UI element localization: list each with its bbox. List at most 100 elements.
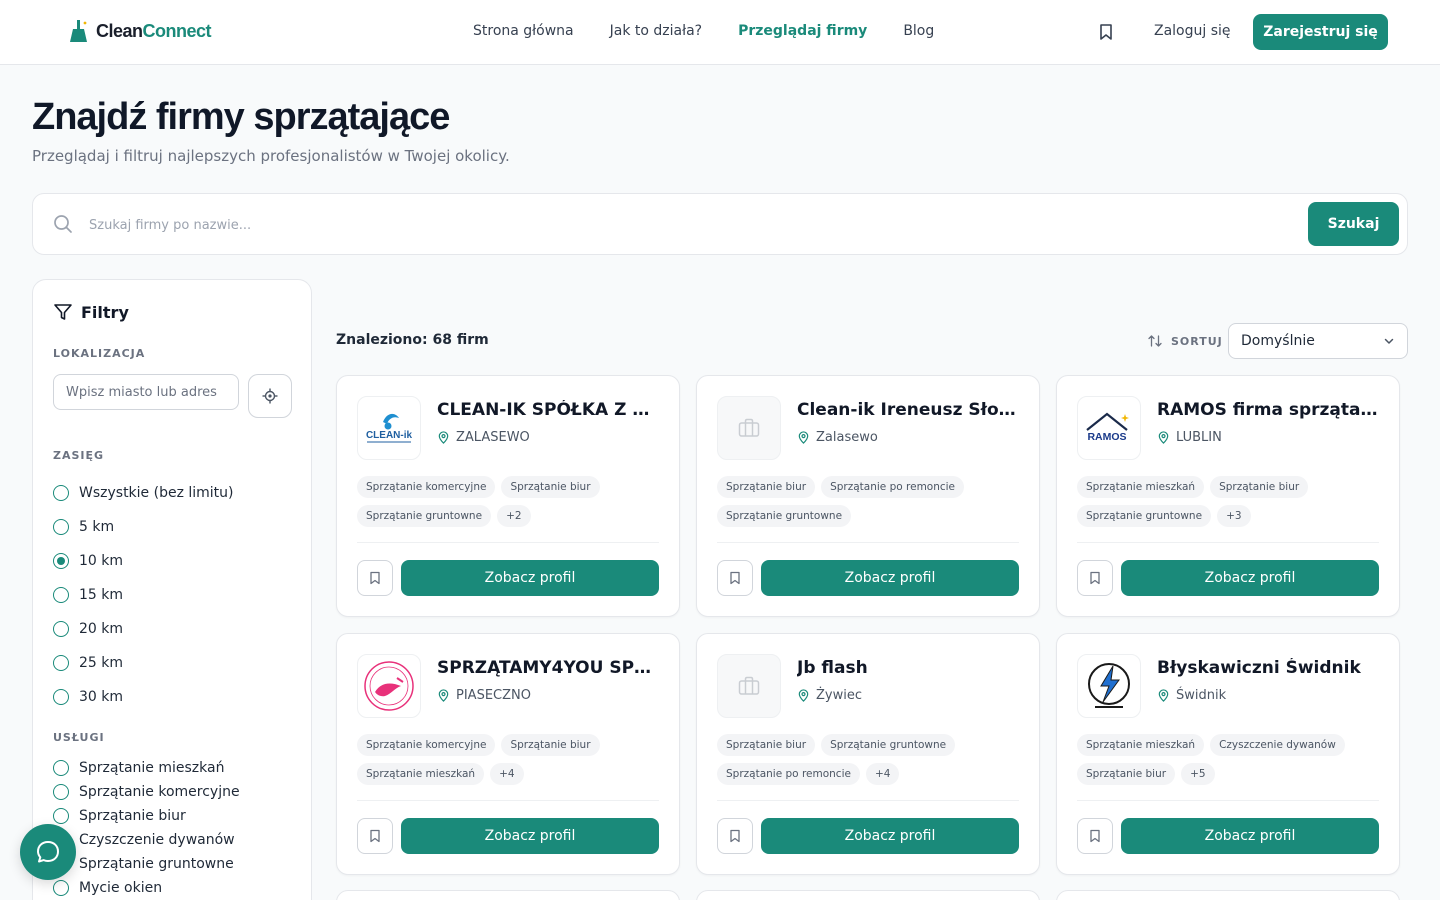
broom-logo-icon [70,20,87,42]
service-tag: Sprzątanie mieszkań [357,763,485,785]
service-option-label: Sprzątanie komercyjne [79,784,240,800]
view-profile-button[interactable]: Zobacz profil [401,560,659,596]
chat-bubble-icon [37,841,59,863]
service-option[interactable]: Sprzątanie mieszkań [53,756,240,780]
range-option-25km[interactable]: 25 km [53,646,234,680]
radio-icon [53,519,69,535]
view-profile-button[interactable]: Zobacz profil [761,560,1019,596]
range-option-label: Wszystkie (bez limitu) [79,485,234,501]
company-card: Jb flash Żywiec Sprzątanie biur Sprzątani… [696,633,1040,875]
save-company-button[interactable] [357,560,393,596]
service-tags: Sprzątanie mieszkań Czyszczenie dywanów Sp… [1077,734,1387,785]
company-name[interactable]: Błyskawiczni Świdnik [1157,658,1382,678]
bookmark-icon [1090,571,1100,585]
nav-home[interactable]: Strona główna [473,23,574,39]
checkbox-icon [53,880,69,896]
range-option-label: 5 km [79,519,115,535]
card-divider [717,542,1019,543]
company-name[interactable]: Jb flash [797,658,1022,678]
bookmark-icon [370,829,380,843]
locate-me-button[interactable] [248,374,292,418]
search-icon [54,215,72,233]
chat-button[interactable] [20,824,76,880]
sort-label-text: SORTUJ [1171,334,1223,348]
save-company-button[interactable] [357,818,393,854]
service-tag: Czyszczenie dywanów [1210,734,1345,756]
bookmark-icon[interactable] [1097,23,1115,41]
service-option[interactable]: Sprzątanie gruntowne [53,852,240,876]
company-name[interactable]: Clean-ik Ireneusz Słowiński [797,400,1022,420]
range-option-label: 15 km [79,587,124,603]
range-option-10km[interactable]: 10 km [53,544,234,578]
service-tag: Sprzątanie biur [717,734,816,756]
range-option-label: 25 km [79,655,124,671]
service-option-label: Mycie okien [79,880,163,896]
range-option-5km[interactable]: 5 km [53,510,234,544]
services-label: USŁUGI [53,731,105,744]
save-company-button[interactable] [1077,818,1113,854]
company-name[interactable]: SPRZĄTAMY4YOU SPÓŁKA [437,658,662,678]
save-company-button[interactable] [717,818,753,854]
sort-selected-value: Domyślnie [1241,333,1315,349]
ramos-logo: RAMOS [1086,412,1129,443]
radio-icon [53,485,69,501]
company-card: CLEAN-ik CLEAN-IK SPÓŁKA Z OGRANICZONĄ Z… [336,375,680,617]
login-link[interactable]: Zaloguj się [1154,23,1231,39]
company-card [696,890,1040,900]
service-option[interactable]: Czyszczenie dywanów [53,828,240,852]
range-option-all[interactable]: Wszystkie (bez limitu) [53,476,234,510]
view-profile-button[interactable]: Zobacz profil [401,818,659,854]
map-pin-icon [798,689,809,702]
service-tags: Sprzątanie biur Sprzątanie po remoncie Spr… [717,476,1027,527]
top-navbar: CleanConnect Strona główna Jak to działa… [0,0,1440,65]
briefcase-icon [738,418,760,437]
service-tag: +4 [865,763,900,785]
map-pin-icon [438,689,449,702]
save-company-button[interactable] [1077,560,1113,596]
service-option-label: Sprzątanie mieszkań [79,760,225,776]
service-tag: Sprzątanie mieszkań [1077,476,1205,498]
page-title: Znajdź firmy sprzątające [32,96,450,138]
company-name[interactable]: RAMOS firma sprzątająca [1157,400,1382,420]
search-button[interactable]: Szukaj [1308,202,1399,246]
company-card: Błyskawiczni Świdnik Świdnik Sprzątanie … [1056,633,1400,875]
service-tag: Sprzątanie komercyjne [357,476,496,498]
company-name[interactable]: CLEAN-IK SPÓŁKA Z OGRANICZONĄ [437,400,662,420]
view-profile-button[interactable]: Zobacz profil [1121,560,1379,596]
range-option-label: 20 km [79,621,124,637]
brand-logo[interactable]: CleanConnect [68,20,212,42]
service-option[interactable]: Sprzątanie komercyjne [53,780,240,804]
company-city: Zalasewo [816,430,878,445]
search-input[interactable] [89,212,989,238]
company-location: ZALASEWO [437,430,530,445]
nav-browse-companies[interactable]: Przeglądaj firmy [738,23,867,39]
location-input[interactable] [53,374,239,410]
blyskawiczni-logo [1088,663,1130,708]
company-location: Świdnik [1157,688,1226,703]
company-card: SPRZĄTAMY4YOU SPÓŁKA PIASECZNO Sprzątani… [336,633,680,875]
service-tag: Sprzątanie biur [1210,476,1309,498]
sort-label: SORTUJ [1147,333,1223,349]
register-button[interactable]: Zarejestruj się [1253,14,1388,50]
checkbox-icon [53,760,69,776]
view-profile-button[interactable]: Zobacz profil [761,818,1019,854]
service-tag: Sprzątanie po remoncie [717,763,860,785]
nav-how-it-works[interactable]: Jak to działa? [610,23,702,39]
nav-blog[interactable]: Blog [903,23,934,39]
save-company-button[interactable] [717,560,753,596]
radio-icon [53,587,69,603]
search-bar: Szukaj [32,193,1408,255]
brand-name: CleanConnect [96,20,212,41]
company-logo: RAMOS [1077,396,1141,460]
service-tag: Sprzątanie biur [501,476,600,498]
radio-icon [53,689,69,705]
range-option-20km[interactable]: 20 km [53,612,234,646]
range-option-30km[interactable]: 30 km [53,680,234,714]
service-option[interactable]: Sprzątanie biur [53,804,240,828]
view-profile-button[interactable]: Zobacz profil [1121,818,1379,854]
company-logo [717,654,781,718]
range-option-15km[interactable]: 15 km [53,578,234,612]
service-option[interactable]: Mycie okien [53,876,240,900]
sort-select[interactable]: Domyślnie [1228,323,1408,359]
service-tag: Sprzątanie komercyjne [357,734,496,756]
